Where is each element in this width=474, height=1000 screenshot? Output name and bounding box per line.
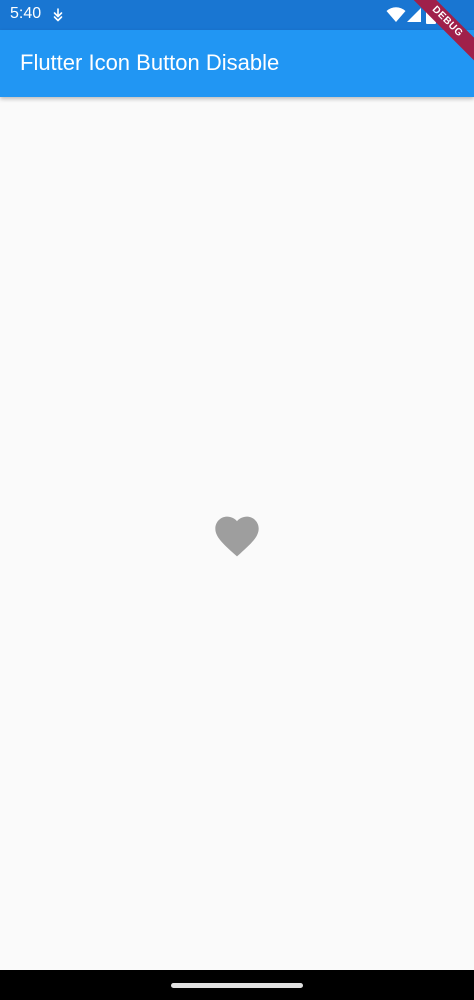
wifi-icon [386,7,406,22]
page-title: Flutter Icon Button Disable [20,50,280,75]
battery-icon [426,6,436,24]
favorite-icon-button[interactable] [209,506,265,562]
download-arrow-icon [53,8,63,22]
status-bar: 5:40 [0,0,474,30]
app-bar: Flutter Icon Button Disable [0,30,474,97]
app-screen: 5:40 Flutter Icon Button Disable DEBUG [0,0,474,1000]
favorite-heart-icon [215,516,259,557]
signal-icon [407,8,421,22]
home-gesture-handle[interactable] [171,983,303,988]
status-time: 5:40 [10,5,42,22]
